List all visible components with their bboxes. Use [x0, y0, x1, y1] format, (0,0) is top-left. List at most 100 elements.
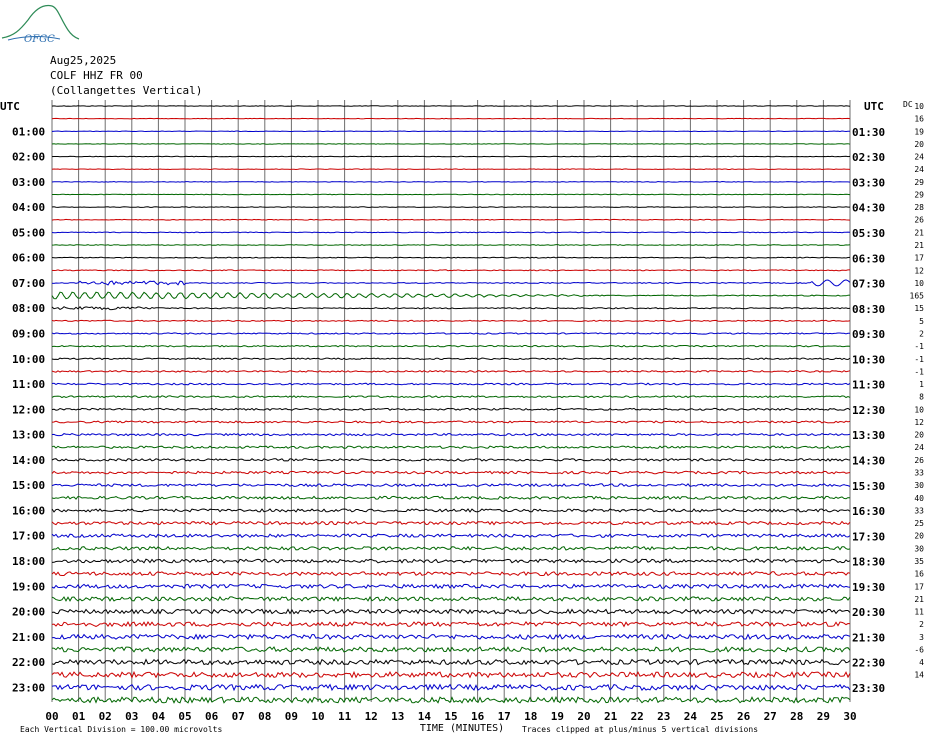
dc-offset-label: 35 [914, 557, 924, 566]
x-tick-label: 21 [604, 710, 618, 723]
dc-offset-label: 24 [914, 153, 924, 162]
footer-scale-note: Each Vertical Division = 100.00 microvol… [20, 725, 222, 734]
left-hour-label: 18:00 [12, 555, 45, 568]
trace-line [51, 143, 851, 145]
dc-offset-label: 12 [914, 418, 924, 427]
dc-offset-label: 29 [914, 190, 924, 199]
left-hour-label: 13:00 [12, 429, 45, 442]
dc-offset-label: 5 [919, 317, 924, 326]
dc-offset-label: 11 [914, 608, 924, 617]
dc-offset-label: 165 [910, 292, 925, 301]
left-hour-label: 11:00 [12, 378, 45, 391]
right-hour-label: 05:30 [852, 227, 885, 240]
dc-offset-label: 26 [914, 216, 924, 225]
x-tick-label: 26 [737, 710, 751, 723]
dc-offset-label: 10 [914, 405, 924, 414]
x-tick-label: 16 [471, 710, 485, 723]
dc-offset-label: 20 [914, 140, 924, 149]
dc-label: DC [903, 100, 913, 109]
dc-offset-label: 1 [919, 380, 924, 389]
left-hour-label: 05:00 [12, 226, 45, 239]
x-tick-label: 08 [258, 710, 271, 723]
right-hour-label: 09:30 [852, 328, 885, 341]
right-hour-label: 07:30 [852, 278, 885, 291]
right-hour-label: 13:30 [852, 429, 885, 442]
left-hour-label: 06:00 [12, 252, 45, 265]
dc-offset-label: 29 [914, 178, 924, 187]
dc-offset-label: -1 [914, 342, 924, 351]
right-hour-label: 23:30 [852, 682, 885, 695]
x-tick-label: 23 [657, 710, 670, 723]
x-axis-label: TIME (MINUTES) [420, 723, 504, 734]
x-tick-label: 19 [551, 710, 564, 723]
left-hour-label: 03:00 [12, 176, 45, 189]
dc-offset-label: 33 [914, 506, 924, 515]
dc-offset-label: 24 [914, 443, 924, 452]
right-hour-label: 06:30 [852, 252, 885, 265]
right-hour-label: 12:30 [852, 404, 885, 417]
trace-line [51, 168, 851, 171]
left-hour-label: 19:00 [12, 580, 45, 593]
x-tick-label: 29 [817, 710, 830, 723]
dc-offset-label: 16 [914, 115, 924, 124]
right-hour-label: 17:30 [852, 530, 885, 543]
dc-offset-label: 25 [914, 519, 924, 528]
left-hour-label: 23:00 [12, 681, 45, 694]
dc-offset-label: 16 [914, 570, 924, 579]
dc-offset-label: 30 [914, 544, 924, 553]
dc-offset-label: 21 [914, 595, 924, 604]
left-hour-label: 07:00 [12, 277, 45, 290]
left-hour-label: 16:00 [12, 504, 45, 517]
trace-line [51, 155, 851, 158]
helicorder-plot: UTC UTC DC 01:00 02:00 03:00 04:00 05:00 06:00 07… [0, 100, 925, 734]
left-hour-label: 20:00 [12, 606, 45, 619]
x-tick-label: 10 [311, 710, 324, 723]
x-tick-label: 11 [338, 710, 352, 723]
left-hour-label: 10:00 [12, 353, 45, 366]
dc-offset-label: 15 [914, 304, 924, 313]
dc-offset-label: 12 [914, 266, 924, 275]
dc-offset-label: 21 [914, 241, 924, 250]
trace-line [51, 206, 850, 208]
dc-offset-label: 24 [914, 165, 924, 174]
right-hour-label: 20:30 [852, 606, 885, 619]
dc-offset-label: 2 [919, 329, 924, 338]
right-hour-label: 22:30 [852, 657, 885, 670]
right-hour-label: 18:30 [852, 556, 885, 569]
dc-offset-label: 8 [919, 393, 924, 402]
left-hour-label: 08:00 [12, 302, 45, 315]
dc-offset-label: 14 [914, 671, 924, 680]
dc-offset-label: 19 [914, 127, 924, 136]
right-hour-label: 19:30 [852, 581, 885, 594]
x-tick-label: 03 [125, 710, 138, 723]
dc-offset-label: 33 [914, 469, 924, 478]
dc-offset-label: 21 [914, 228, 924, 237]
dc-offset-label: 30 [914, 481, 924, 490]
x-tick-label: 27 [764, 710, 777, 723]
x-tick-label: 15 [444, 710, 457, 723]
x-tick-label: 07 [232, 710, 245, 723]
trace-line [52, 193, 851, 196]
trace-line [51, 231, 851, 234]
left-hour-label: 09:00 [12, 327, 45, 340]
left-hour-label: 17:00 [12, 530, 45, 543]
right-hour-label: 14:30 [852, 455, 885, 468]
right-hour-label: 01:30 [852, 126, 885, 139]
dc-offset-label: 40 [914, 494, 924, 503]
x-tick-label: 13 [391, 710, 404, 723]
x-tick-label: 01 [72, 710, 86, 723]
left-hour-label: 22:00 [12, 656, 45, 669]
x-tick-label: 18 [524, 710, 537, 723]
right-hour-label: 21:30 [852, 631, 885, 644]
left-hour-label: 14:00 [12, 454, 45, 467]
x-tick-label: 00 [45, 710, 58, 723]
right-hour-label: 08:30 [852, 303, 885, 316]
left-hour-label: 04:00 [12, 201, 45, 214]
right-hour-label: 03:30 [852, 176, 885, 189]
x-tick-label: 28 [790, 710, 803, 723]
dc-offset-label: 3 [919, 633, 924, 642]
dc-offset-label: 2 [919, 620, 924, 629]
dc-offset-label: 4 [919, 658, 924, 667]
right-hour-label: 15:30 [852, 480, 885, 493]
x-tick-label: 22 [631, 710, 644, 723]
